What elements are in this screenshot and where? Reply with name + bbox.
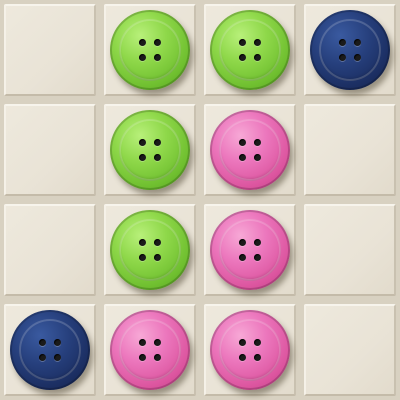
button-hole xyxy=(39,354,46,361)
button-hole xyxy=(139,139,146,146)
button-hole xyxy=(239,254,246,261)
button-hole xyxy=(239,154,246,161)
green-button-piece-icon[interactable] xyxy=(110,10,190,90)
pink-button-piece-icon[interactable] xyxy=(210,110,290,190)
button-hole xyxy=(139,239,146,246)
button-hole xyxy=(239,54,246,61)
button-hole xyxy=(154,139,161,146)
button-hole xyxy=(154,54,161,61)
button-hole xyxy=(154,254,161,261)
button-hole xyxy=(139,254,146,261)
green-button-piece-icon[interactable] xyxy=(210,10,290,90)
button-hole xyxy=(139,354,146,361)
board-cell-r2-c1[interactable] xyxy=(4,104,96,196)
button-hole xyxy=(254,139,261,146)
button-hole xyxy=(254,354,261,361)
button-hole xyxy=(39,339,46,346)
button-hole xyxy=(54,339,61,346)
button-hole xyxy=(254,239,261,246)
button-hole xyxy=(354,39,361,46)
board-cell-r1-c1[interactable] xyxy=(4,4,96,96)
button-hole xyxy=(354,54,361,61)
board-cell-r2-c4[interactable] xyxy=(304,104,396,196)
board-cell-r4-c4[interactable] xyxy=(304,304,396,396)
pink-button-piece-icon[interactable] xyxy=(110,310,190,390)
board-cell-r3-c4[interactable] xyxy=(304,204,396,296)
button-hole xyxy=(239,39,246,46)
board-cell-r3-c1[interactable] xyxy=(4,204,96,296)
button-hole xyxy=(239,239,246,246)
button-hole xyxy=(339,39,346,46)
button-hole xyxy=(139,39,146,46)
button-hole xyxy=(154,154,161,161)
button-hole xyxy=(254,39,261,46)
navy-button-piece-icon[interactable] xyxy=(10,310,90,390)
button-hole xyxy=(154,239,161,246)
button-hole xyxy=(54,354,61,361)
button-hole xyxy=(154,39,161,46)
button-hole xyxy=(139,154,146,161)
button-hole xyxy=(254,154,261,161)
button-hole xyxy=(339,54,346,61)
button-hole xyxy=(254,254,261,261)
pink-button-piece-icon[interactable] xyxy=(210,210,290,290)
button-hole xyxy=(239,139,246,146)
button-hole xyxy=(154,354,161,361)
button-hole xyxy=(254,339,261,346)
button-hole xyxy=(154,339,161,346)
button-hole xyxy=(254,54,261,61)
green-button-piece-icon[interactable] xyxy=(110,210,190,290)
green-button-piece-icon[interactable] xyxy=(110,110,190,190)
button-hole xyxy=(239,339,246,346)
navy-button-piece-icon[interactable] xyxy=(310,10,390,90)
button-hole xyxy=(239,354,246,361)
button-hole xyxy=(139,339,146,346)
pink-button-piece-icon[interactable] xyxy=(210,310,290,390)
button-hole xyxy=(139,54,146,61)
game-board xyxy=(0,0,400,400)
